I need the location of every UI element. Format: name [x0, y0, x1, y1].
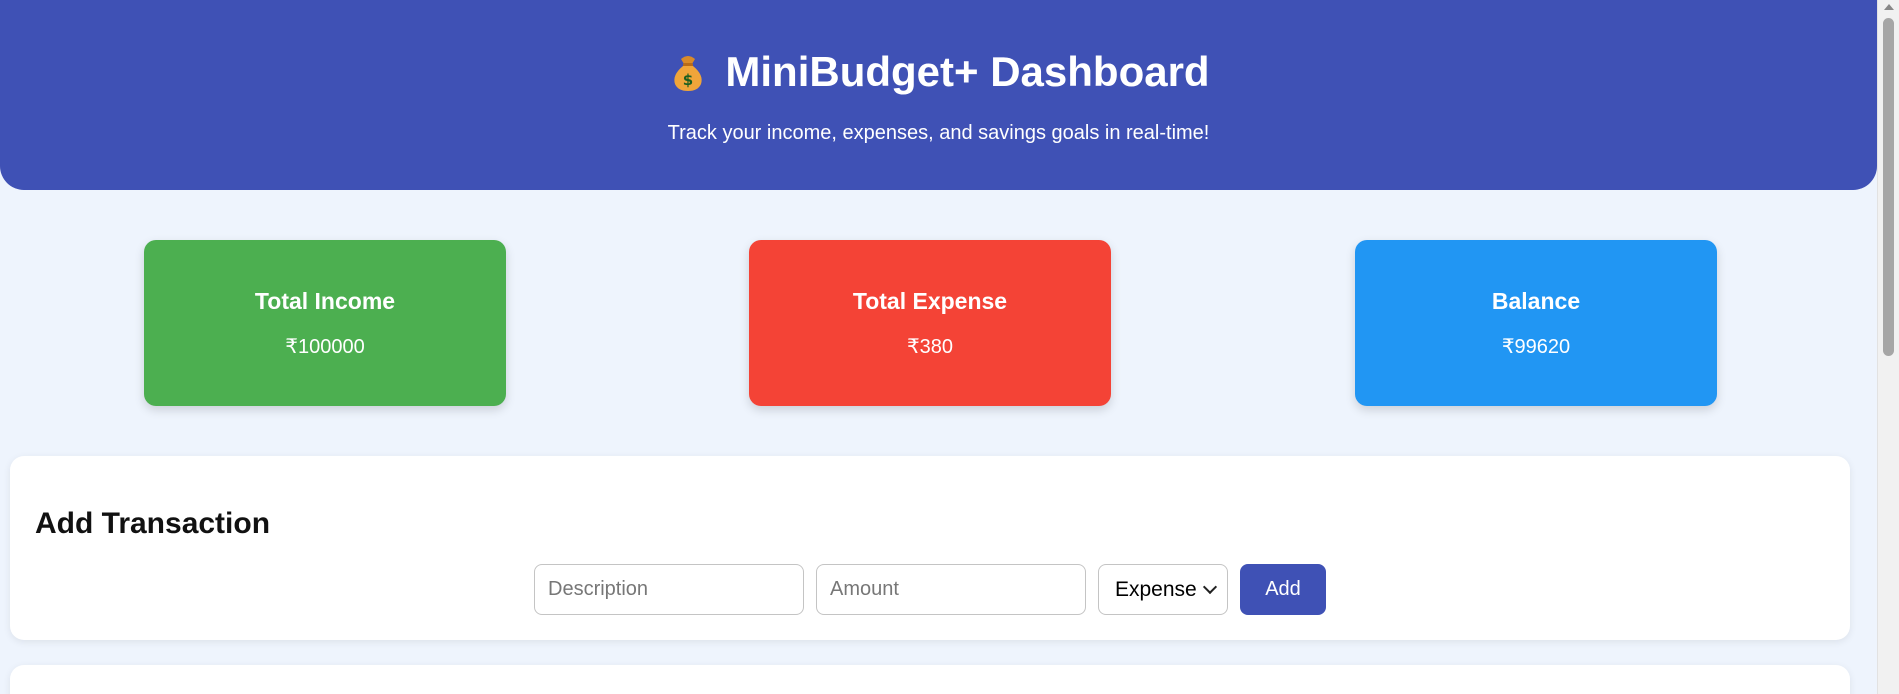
page-subtitle: Track your income, expenses, and savings…	[667, 122, 1210, 144]
header-title-row: $ MiniBudget+ Dashboard	[0, 44, 1877, 100]
balance-value: ₹99620	[1501, 336, 1571, 358]
svg-text:$: $	[683, 71, 693, 89]
total-income-label: Total Income	[254, 288, 396, 314]
add-transaction-form: Expense Add	[534, 564, 1326, 615]
transaction-type-value: Expense	[1115, 577, 1197, 601]
add-transaction-title: Add Transaction	[35, 507, 271, 540]
scrollbar-thumb[interactable]	[1883, 18, 1894, 356]
money-bag-icon: $	[667, 51, 709, 93]
total-income-value: ₹100000	[285, 336, 365, 358]
next-panel	[10, 665, 1850, 694]
description-input[interactable]	[534, 564, 804, 615]
amount-input[interactable]	[816, 564, 1086, 615]
scroll-up-arrow-icon[interactable]	[1884, 4, 1894, 10]
total-expense-value: ₹380	[906, 336, 954, 358]
total-expense-label: Total Expense	[852, 288, 1008, 314]
add-transaction-panel: Add Transaction Expense Add	[10, 456, 1850, 640]
transaction-type-select[interactable]: Expense	[1098, 564, 1228, 615]
chevron-down-icon	[1202, 579, 1218, 594]
balance-label: Balance	[1491, 288, 1581, 314]
page-scrollbar[interactable]	[1877, 0, 1899, 694]
total-income-card: Total Income ₹100000	[144, 240, 506, 406]
total-expense-card: Total Expense ₹380	[749, 240, 1111, 406]
page-title: MiniBudget+ Dashboard	[725, 48, 1210, 95]
add-transaction-button[interactable]: Add	[1240, 564, 1326, 615]
balance-card: Balance ₹99620	[1355, 240, 1717, 406]
dashboard-header: $ MiniBudget+ Dashboard Track your incom…	[0, 0, 1877, 190]
dashboard-page: $ MiniBudget+ Dashboard Track your incom…	[0, 0, 1877, 694]
